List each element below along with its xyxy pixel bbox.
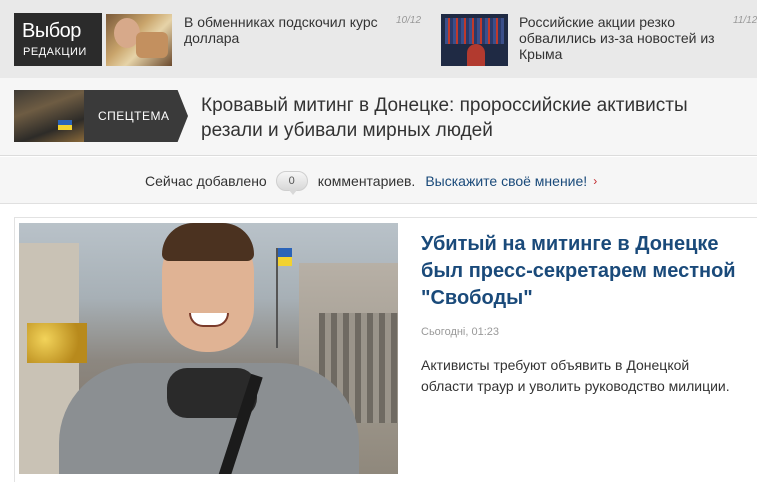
article-lead: Активисты требуют объявить в Донецкой об… — [421, 357, 730, 394]
editors-choice-badge: Выбор РЕДАКЦИИ — [14, 13, 102, 66]
leave-opinion-link[interactable]: Выскажите своё мнение! — [425, 173, 587, 189]
editors-choice-title: Выбор — [22, 20, 81, 42]
special-topic-badge[interactable]: СПЕЦТЕМА — [84, 90, 188, 142]
comments-suffix: комментариев. — [317, 173, 416, 189]
arrow-right-icon: › — [593, 174, 598, 188]
editors-choice-strip: Выбор РЕДАКЦИИ В обменниках подскочил ку… — [0, 0, 757, 78]
news-date: 11/12 — [733, 15, 757, 26]
news-link-currency[interactable]: В обменниках подскочил курс доллара — [184, 14, 392, 46]
comments-prefix: Сейчас добавлено — [145, 173, 267, 189]
news-link-stocks[interactable]: Российские акции резко обвалились из-за … — [519, 14, 729, 62]
comment-count-badge: 0 — [275, 171, 308, 195]
special-topic-title[interactable]: Кровавый митинг в Донецке: пророссийские… — [201, 93, 753, 143]
editors-choice-subtitle: РЕДАКЦИИ — [23, 46, 87, 58]
comments-bar: Сейчас добавлено 0 комментариев. Выскажи… — [0, 157, 757, 204]
news-date: 10/12 — [396, 15, 422, 26]
special-topic-thumbnail[interactable] — [14, 90, 84, 142]
article-photo[interactable] — [19, 223, 398, 474]
article-headline[interactable]: Убитый на митинге в Донецке был пресс-се… — [421, 231, 746, 312]
news-thumbnail-currency[interactable] — [106, 14, 172, 66]
news-thumbnail-stocks[interactable] — [441, 14, 508, 66]
article-timestamp: Сьогодні, 01:23 — [421, 326, 500, 338]
